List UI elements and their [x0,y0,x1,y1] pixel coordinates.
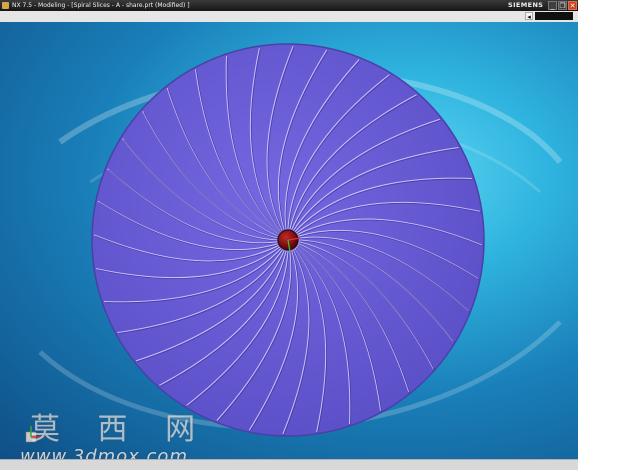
watermark-logo-text: 莫 西 网 [30,412,210,447]
window-titlebar: NX 7.5 - Modeling - [Spiral Slices - A -… [0,0,578,11]
restore-button[interactable]: ❐ [558,1,567,10]
toolbar-expand-button[interactable]: ◂ [525,12,533,21]
nx-app-icon [2,2,9,9]
graphics-viewport[interactable] [0,22,578,459]
command-finder-field[interactable] [535,12,573,20]
siemens-brand: SIEMENS [508,1,544,9]
window-title: NX 7.5 - Modeling - [Spiral Slices - A -… [12,2,190,9]
close-button[interactable]: ✕ [568,1,577,10]
status-bar [0,459,578,470]
model-canvas [25,43,563,443]
minimize-button[interactable]: _ [548,1,557,10]
